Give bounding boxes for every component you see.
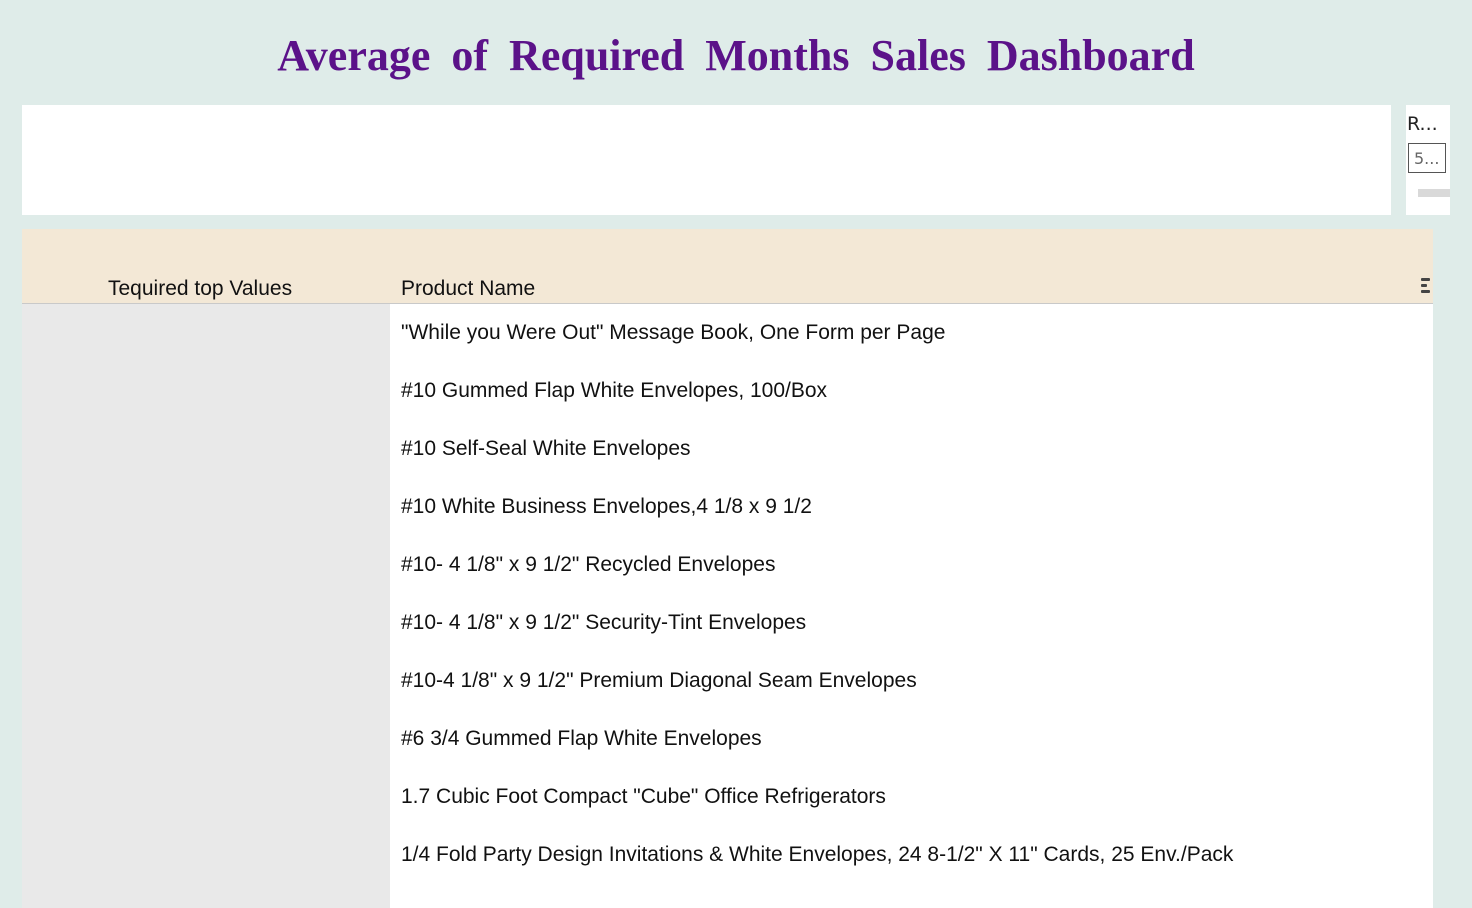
table-row[interactable]: "While you Were Out" Message Book, One F… [401, 303, 1421, 362]
filter-input[interactable]: 5... [1408, 143, 1446, 173]
table-header: Tequired top Values Product Name [22, 229, 1433, 304]
product-rows: "While you Were Out" Message Book, One F… [401, 304, 1421, 884]
menu-lines-icon[interactable] [1421, 278, 1431, 298]
column-header-product-name[interactable]: Product Name [401, 277, 535, 301]
table-row[interactable]: #10-4 1/8" x 9 1/2" Premium Diagonal Sea… [401, 651, 1421, 710]
top-values-column [22, 304, 390, 908]
table-row[interactable]: #10- 4 1/8" x 9 1/2" Recycled Envelopes [401, 535, 1421, 594]
filter-label: R... [1407, 113, 1438, 135]
table-row[interactable]: #6 3/4 Gummed Flap White Envelopes [401, 709, 1421, 768]
table-row[interactable]: 1/4 Fold Party Design Invitations & Whit… [401, 825, 1421, 884]
filter-panel: R... 5... [1406, 105, 1450, 215]
table-row[interactable]: 1.7 Cubic Foot Compact "Cube" Office Ref… [401, 767, 1421, 826]
table-row[interactable]: #10 Gummed Flap White Envelopes, 100/Box [401, 361, 1421, 420]
filter-slider[interactable] [1418, 189, 1450, 197]
table-row[interactable]: #10 White Business Envelopes,4 1/8 x 9 1… [401, 477, 1421, 536]
table-row[interactable]: #10- 4 1/8" x 9 1/2" Security-Tint Envel… [401, 593, 1421, 652]
top-chart-panel [22, 105, 1391, 215]
table-row[interactable]: #10 Self-Seal White Envelopes [401, 419, 1421, 478]
product-table: Tequired top Values Product Name "While … [22, 229, 1433, 908]
dashboard-title: Average of Required Months Sales Dashboa… [277, 31, 1195, 80]
column-header-top-values[interactable]: Tequired top Values [108, 277, 292, 301]
